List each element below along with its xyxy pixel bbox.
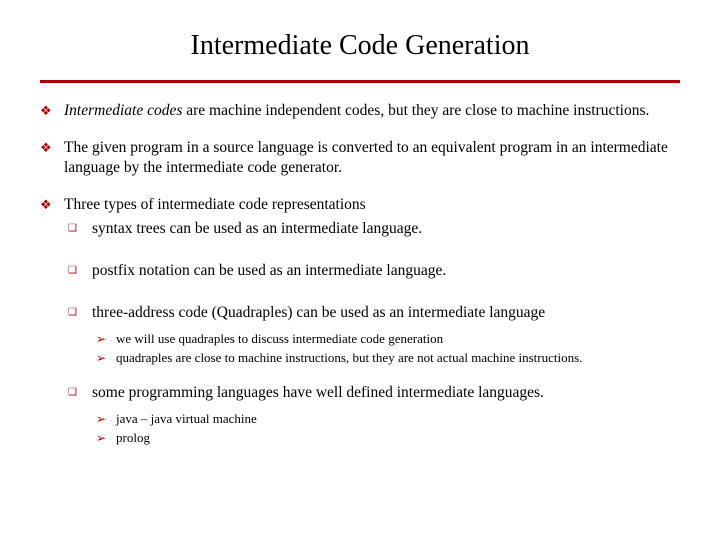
bullet-3: ❖ Three types of intermediate code repre…	[40, 195, 680, 214]
arrow-icon: ➢	[96, 411, 116, 428]
sub-1-text: syntax trees can be used as an intermedi…	[92, 219, 680, 239]
arrow-2: ➢ quadraples are close to machine instru…	[96, 350, 680, 367]
arrow-3-text: java – java virtual machine	[116, 411, 680, 428]
bullet-1-text: Intermediate codes are machine independe…	[64, 101, 680, 120]
square-icon: ❑	[68, 261, 92, 281]
spacer	[40, 369, 680, 379]
spacer	[40, 289, 680, 299]
arrow-icon: ➢	[96, 331, 116, 348]
bullet-1-rest: are machine independent codes, but they …	[186, 102, 649, 119]
diamond-icon: ❖	[40, 195, 64, 214]
arrow-3: ➢ java – java virtual machine	[96, 411, 680, 428]
sub-4: ❑ some programming languages have well d…	[68, 383, 680, 403]
sub-2: ❑ postfix notation can be used as an int…	[68, 261, 680, 281]
bullet-2-text: The given program in a source language i…	[64, 138, 680, 177]
spacer	[40, 247, 680, 257]
arrow-4-text: prolog	[116, 430, 680, 447]
arrow-1: ➢ we will use quadraples to discuss inte…	[96, 331, 680, 348]
bullet-1-italic: Intermediate codes	[64, 102, 186, 119]
arrow-icon: ➢	[96, 350, 116, 367]
arrow-4: ➢ prolog	[96, 430, 680, 447]
arrow-1-text: we will use quadraples to discuss interm…	[116, 331, 680, 348]
diamond-icon: ❖	[40, 138, 64, 177]
square-icon: ❑	[68, 383, 92, 403]
arrow-2-text: quadraples are close to machine instruct…	[116, 350, 680, 367]
slide-title: Intermediate Code Generation	[40, 30, 680, 62]
bullet-1: ❖ Intermediate codes are machine indepen…	[40, 101, 680, 120]
diamond-icon: ❖	[40, 101, 64, 120]
sub-2-text: postfix notation can be used as an inter…	[92, 261, 680, 281]
sub-3: ❑ three-address code (Quadraples) can be…	[68, 303, 680, 323]
title-divider	[40, 80, 680, 83]
bullet-2: ❖ The given program in a source language…	[40, 138, 680, 177]
sub-4-text: some programming languages have well def…	[92, 383, 680, 403]
slide: Intermediate Code Generation ❖ Intermedi…	[0, 0, 720, 469]
square-icon: ❑	[68, 219, 92, 239]
square-icon: ❑	[68, 303, 92, 323]
bullet-3-text: Three types of intermediate code represe…	[64, 195, 680, 214]
sub-3-text: three-address code (Quadraples) can be u…	[92, 303, 680, 323]
sub-1: ❑ syntax trees can be used as an interme…	[68, 219, 680, 239]
arrow-icon: ➢	[96, 430, 116, 447]
